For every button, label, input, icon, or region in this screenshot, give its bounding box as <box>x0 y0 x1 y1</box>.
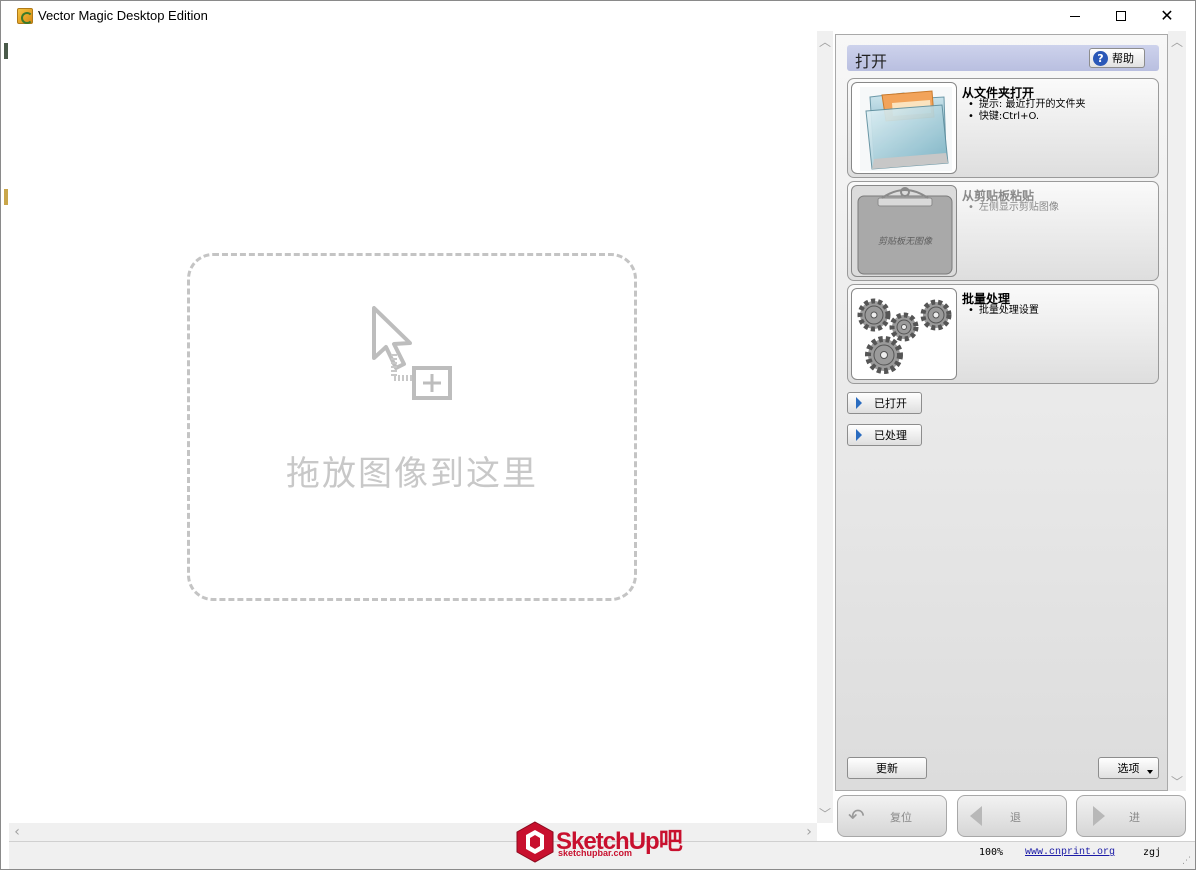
user-label: zgj <box>1143 847 1162 858</box>
card-bullet: 快键:Ctrl+O. <box>968 111 1085 123</box>
open-folder-icon <box>860 87 952 171</box>
dropdown-caret-icon <box>1147 770 1153 774</box>
minimize-button[interactable] <box>1052 1 1098 31</box>
next-arrow-icon <box>1093 806 1105 826</box>
options-button[interactable]: 选项 <box>1098 757 1159 779</box>
resize-grip-icon[interactable]: ⋰ <box>1182 856 1191 866</box>
expand-arrow-icon <box>856 397 862 409</box>
maximize-button[interactable] <box>1098 1 1144 31</box>
reset-button[interactable]: ↶ 复位 <box>837 795 947 837</box>
canvas-vertical-scrollbar[interactable]: ︿ ﹀ <box>817 31 833 823</box>
open-from-folder-card[interactable]: 从文件夹打开 提示: 最近打开的文件夹 快键:Ctrl+O. <box>847 78 1159 178</box>
sketchup-watermark-logo: SketchUp吧 sketchupbar.com <box>516 819 684 865</box>
sketchup-cube-icon <box>516 821 554 863</box>
zoom-level: 100% <box>979 847 1004 858</box>
expand-arrow-icon <box>856 429 862 441</box>
panel-vertical-scrollbar[interactable]: ︿ ﹀ <box>1168 31 1186 791</box>
vector-magic-app-icon <box>17 8 33 24</box>
card-bullets: 左侧显示剪贴图像 <box>968 202 1059 214</box>
paste-from-clipboard-card[interactable]: 剪贴板无图像 从剪贴板粘贴 左侧显示剪贴图像 <box>847 181 1159 281</box>
batch-processing-card[interactable]: 批量处理 批量处理设置 <box>847 284 1159 384</box>
update-button[interactable]: 更新 <box>847 757 927 779</box>
card-bullet: 提示: 最近打开的文件夹 <box>968 99 1086 111</box>
scroll-down-icon[interactable]: ﹀ <box>1169 773 1185 789</box>
website-link[interactable]: www.cnprint.org <box>1025 847 1115 858</box>
drop-zone[interactable]: 拖放图像到这里 <box>187 253 637 601</box>
card-bullet: 左侧显示剪贴图像 <box>968 202 1059 214</box>
clipboard-thumbnail: 剪贴板无图像 <box>851 185 957 277</box>
watermark-site: sketchupbar.com <box>558 848 633 858</box>
expander-label: 已打开 <box>874 397 907 410</box>
opened-expander[interactable]: 已打开 <box>847 392 922 414</box>
gears-icon <box>857 298 952 374</box>
panel-header: 打开 ? 帮助 <box>847 45 1159 71</box>
help-icon: ? <box>1093 50 1108 66</box>
gears-thumbnail <box>851 288 957 380</box>
clipboard-icon: 剪贴板无图像 <box>857 187 953 275</box>
left-edge-strip <box>1 31 9 841</box>
minimize-icon <box>1070 15 1080 17</box>
scroll-down-icon[interactable]: ﹀ <box>817 805 833 821</box>
drop-hint-text: 拖放图像到这里 <box>286 454 538 494</box>
close-icon: ✕ <box>1160 6 1174 25</box>
undo-icon: ↶ <box>848 804 865 828</box>
options-label: 选项 <box>1117 762 1140 775</box>
drag-drop-cursor-icon <box>372 306 452 400</box>
scroll-up-icon[interactable]: ︿ <box>817 33 833 49</box>
image-canvas[interactable]: 拖放图像到这里 <box>9 31 817 823</box>
maximize-icon <box>1116 11 1126 21</box>
expander-label: 已处理 <box>874 429 907 442</box>
card-bullets: 批量处理设置 <box>968 305 1039 317</box>
reset-label: 复位 <box>890 811 912 824</box>
close-button[interactable]: ✕ <box>1144 1 1190 31</box>
app-window: Vector Magic Desktop Edition ✕ 拖放图像到这里 ‹ <box>0 0 1196 870</box>
window-title: Vector Magic Desktop Edition <box>38 8 208 23</box>
folder-thumbnail <box>851 82 957 174</box>
scroll-right-icon[interactable]: › <box>801 823 817 841</box>
horizontal-scrollbar[interactable]: ‹ › <box>9 823 817 841</box>
open-panel: 打开 ? 帮助 从文件夹打开 • 提示: 最近打开的文件夹 • 快键:Ctrl+… <box>835 34 1168 791</box>
scroll-up-icon[interactable]: ︿ <box>1169 33 1185 49</box>
scroll-left-icon[interactable]: ‹ <box>9 823 25 841</box>
back-button[interactable]: 退 <box>957 795 1067 837</box>
next-button[interactable]: 进 <box>1076 795 1186 837</box>
back-label: 退 <box>1010 811 1021 824</box>
processed-expander[interactable]: 已处理 <box>847 424 922 446</box>
edge-mark <box>4 189 8 205</box>
next-label: 进 <box>1129 811 1140 824</box>
card-bullets: 提示: 最近打开的文件夹 快键:Ctrl+O. <box>968 99 1086 123</box>
back-arrow-icon <box>970 806 982 826</box>
panel-title: 打开 <box>855 52 888 71</box>
title-bar: Vector Magic Desktop Edition ✕ <box>1 1 1195 31</box>
clipboard-empty-caption: 剪贴板无图像 <box>878 236 933 247</box>
help-label: 帮助 <box>1112 52 1134 65</box>
card-bullet: 批量处理设置 <box>968 305 1039 317</box>
help-button[interactable]: ? 帮助 <box>1089 48 1145 68</box>
edge-mark <box>4 43 8 59</box>
